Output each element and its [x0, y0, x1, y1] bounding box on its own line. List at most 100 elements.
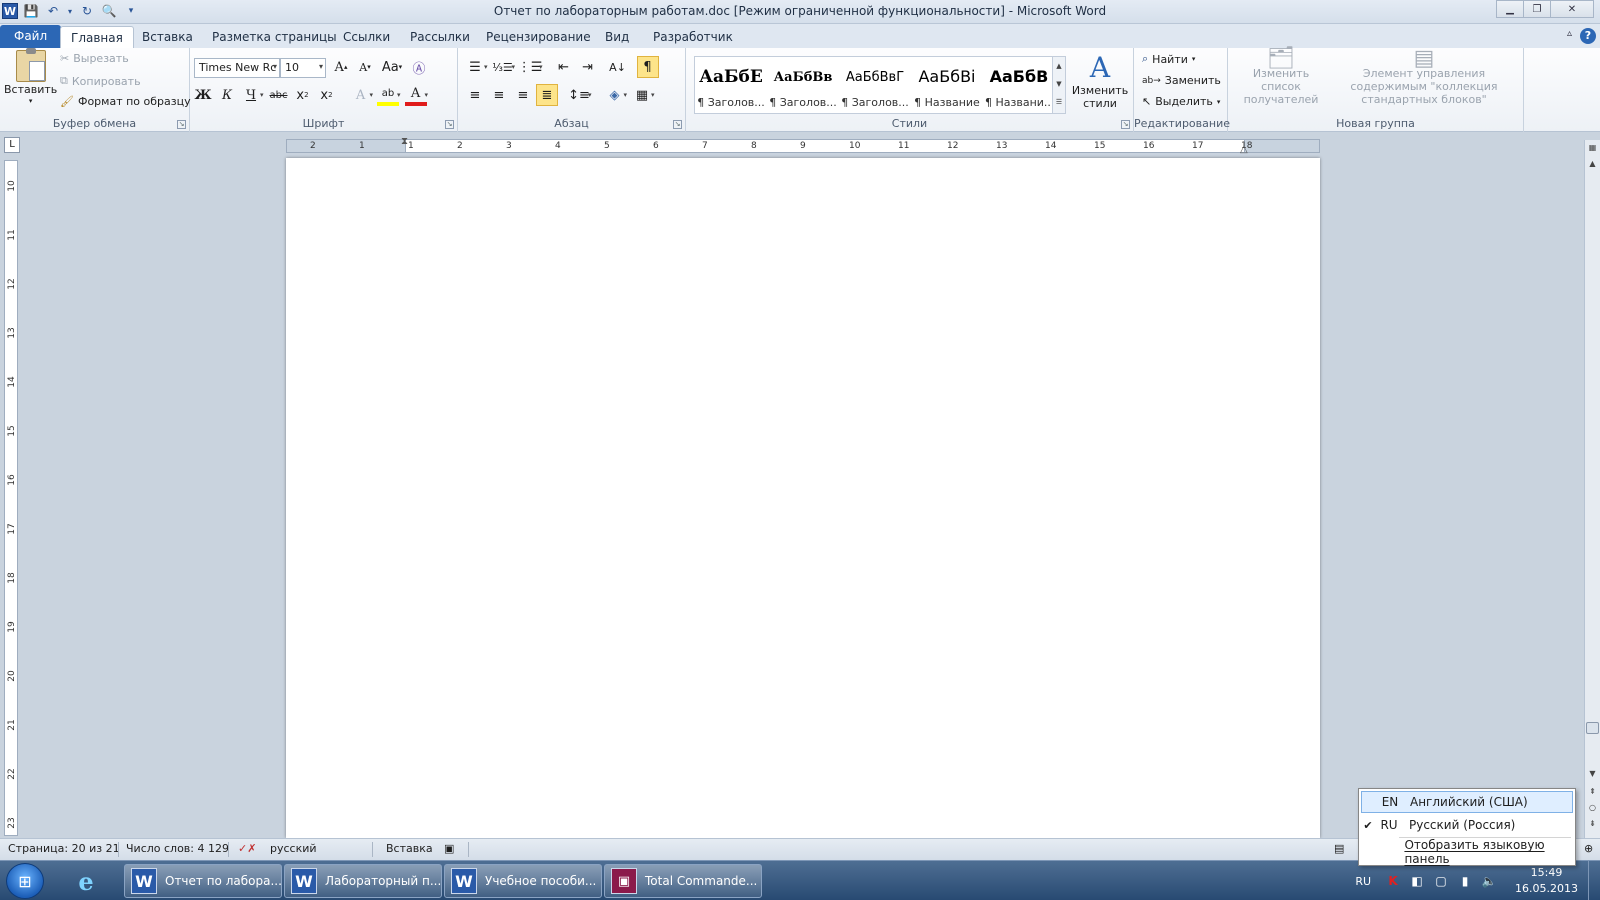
numbering-icon[interactable]: ⅓☰ — [492, 56, 514, 78]
change-styles-button[interactable]: A Изменить стили — [1072, 52, 1128, 111]
scroll-down-icon[interactable]: ▼ — [1585, 766, 1600, 782]
taskbar-button[interactable]: W Учебное пособи... — [444, 864, 602, 898]
minimize-button[interactable]: ▁ — [1496, 0, 1524, 18]
tab-insert[interactable]: Вставка — [132, 26, 203, 48]
tab-mailings[interactable]: Рассылки — [400, 26, 480, 48]
minimize-ribbon-icon[interactable]: ▵ — [1567, 28, 1572, 44]
align-center-icon[interactable]: ≡ — [488, 84, 510, 106]
taskbar-button[interactable]: W Отчет по лабора... — [124, 864, 282, 898]
vertical-scrollbar[interactable]: ▦ ▲ ▼ ⇞ ○ ⇟ — [1584, 140, 1600, 838]
close-button[interactable]: ✕ — [1550, 0, 1594, 18]
chevron-down-icon[interactable]: ▾ — [260, 91, 264, 99]
bullets-icon[interactable]: ☰ — [464, 56, 486, 78]
align-left-icon[interactable]: ≡ — [464, 84, 486, 106]
safely-remove-icon[interactable]: ▢ — [1433, 873, 1449, 889]
tab-review[interactable]: Рецензирование — [476, 26, 601, 48]
edit-recipients-button[interactable]: 🗂 Изменить список получателей — [1234, 48, 1328, 107]
zoom-in-icon[interactable]: ⊕ — [1584, 842, 1593, 855]
chevron-down-icon[interactable]: ▾ — [651, 91, 655, 99]
status-page[interactable]: Страница: 20 из 21 — [8, 842, 120, 855]
style-item[interactable]: АаБбВ ¶ Названи... — [983, 57, 1055, 113]
sort-icon[interactable]: A↓ — [607, 56, 629, 78]
chevron-down-icon[interactable]: ▾ — [512, 63, 516, 71]
grow-font-icon[interactable]: A ▴ — [330, 56, 352, 78]
style-item[interactable]: АаБбВвГ ¶ Заголов... — [839, 57, 911, 113]
show-desktop-button[interactable] — [1588, 861, 1600, 900]
indent-marker-icon[interactable]: ⧗ — [401, 136, 408, 147]
align-right-icon[interactable]: ≡ — [512, 84, 534, 106]
shading-icon[interactable]: ◈ — [604, 84, 626, 106]
start-button[interactable]: ⊞ — [6, 863, 44, 899]
scroll-thumb[interactable] — [1586, 722, 1599, 734]
previous-page-icon[interactable]: ⇞ — [1585, 784, 1600, 800]
right-indent-marker-icon[interactable]: △ — [1240, 144, 1248, 155]
italic-icon[interactable]: К — [216, 84, 238, 106]
chevron-down-icon[interactable]: ▾ — [588, 91, 592, 99]
select-button[interactable]: ↖ Выделить ▾ — [1142, 95, 1220, 108]
print-layout-icon[interactable]: ▤ — [1334, 842, 1344, 855]
increase-indent-icon[interactable]: ⇥ — [577, 56, 599, 78]
multilevel-list-icon[interactable]: ⋮☰ — [518, 56, 543, 78]
scroll-up-icon[interactable]: ▲ — [1585, 156, 1600, 172]
tab-home[interactable]: Главная — [60, 26, 134, 48]
chevron-down-icon[interactable]: ▾ — [397, 91, 401, 99]
tab-view[interactable]: Вид — [595, 26, 639, 48]
view-ruler-icon[interactable]: ▦ — [1585, 140, 1600, 156]
text-effects-icon[interactable]: A — [350, 84, 372, 106]
tab-file[interactable]: Файл — [0, 25, 62, 48]
chevron-down-icon[interactable]: ▾ — [370, 91, 374, 99]
dialog-launcher-icon[interactable]: ↘ — [445, 120, 454, 129]
replace-button[interactable]: ab→ Заменить — [1142, 74, 1221, 87]
font-name-combo[interactable]: Times New Rc ▾ — [194, 58, 280, 78]
taskbar-button[interactable]: W Лабораторный п... — [284, 864, 442, 898]
font-color-icon[interactable]: A — [404, 84, 427, 106]
dialog-launcher-icon[interactable]: ↘ — [673, 120, 682, 129]
shrink-font-icon[interactable]: A ▾ — [354, 56, 376, 78]
document-page[interactable] — [286, 158, 1320, 838]
strikethrough-icon[interactable]: abc — [268, 84, 290, 106]
tab-references[interactable]: Ссылки — [333, 26, 400, 48]
internet-explorer-icon[interactable]: e — [70, 865, 102, 897]
copy-button[interactable]: ⧉ Копировать — [60, 74, 141, 88]
style-item[interactable]: АаБбВв ¶ Заголов... — [767, 57, 839, 113]
clear-formatting-icon[interactable]: Ⓐ — [408, 56, 430, 78]
style-item[interactable]: АаБбВі ¶ Название — [911, 57, 983, 113]
status-mode[interactable]: Вставка — [386, 842, 433, 855]
show-language-bar-item[interactable]: Отобразить языковую панель — [1361, 838, 1573, 866]
show-formatting-icon[interactable]: ¶ — [636, 56, 659, 78]
superscript-icon[interactable]: x2 — [316, 84, 338, 106]
change-case-icon[interactable]: Aa ▾ — [378, 56, 406, 78]
highlight-icon[interactable]: ab — [377, 84, 400, 106]
styles-scroll[interactable]: ▲ ▼ ☰ — [1052, 57, 1065, 113]
tab-developer[interactable]: Разработчик — [643, 26, 743, 48]
format-painter-button[interactable]: 🖌 Формат по образцу — [60, 95, 191, 108]
style-item[interactable]: АаБбЕ ¶ Заголов... — [695, 57, 767, 113]
paste-button[interactable]: Вставить ▾ — [4, 48, 57, 105]
justify-icon[interactable]: ≣ — [536, 84, 558, 106]
taskbar-button[interactable]: ▣ Total Commande... — [604, 864, 762, 898]
language-item-en[interactable]: EN Английский (США) — [1361, 791, 1573, 813]
building-blocks-button[interactable]: ▤ Элемент управления содержимым "коллекц… — [1330, 48, 1518, 107]
find-button[interactable]: ⌕ Найти ▾ — [1142, 52, 1195, 66]
cut-button[interactable]: ✂ Вырезать — [60, 52, 129, 65]
line-spacing-icon[interactable]: ↕≡ — [568, 84, 590, 106]
clock[interactable]: 15:49 16.05.2013 — [1515, 865, 1578, 897]
antivirus-icon[interactable]: K — [1385, 873, 1401, 889]
status-words[interactable]: Число слов: 4 129 — [126, 842, 229, 855]
decrease-indent-icon[interactable]: ⇤ — [553, 56, 575, 78]
chevron-down-icon[interactable]: ▾ — [484, 63, 488, 71]
dialog-launcher-icon[interactable]: ↘ — [177, 120, 186, 129]
status-language[interactable]: русский — [270, 842, 317, 855]
proofing-icon[interactable]: ✓✗ — [238, 842, 256, 855]
borders-icon[interactable]: ▦ — [631, 84, 653, 106]
chevron-down-icon[interactable]: ▾ — [539, 63, 543, 71]
next-page-icon[interactable]: ⇟ — [1585, 816, 1600, 832]
language-item-ru[interactable]: ✔ RU Русский (Россия) — [1361, 814, 1573, 836]
network-manager-icon[interactable]: ◧ — [1409, 873, 1425, 889]
dialog-launcher-icon[interactable]: ↘ — [1121, 120, 1130, 129]
subscript-icon[interactable]: x2 — [292, 84, 314, 106]
underline-icon[interactable]: Ч — [240, 84, 262, 106]
volume-icon[interactable]: 🔈 — [1481, 873, 1497, 889]
browse-object-icon[interactable]: ○ — [1585, 800, 1600, 816]
network-icon[interactable]: ▮ — [1457, 873, 1473, 889]
